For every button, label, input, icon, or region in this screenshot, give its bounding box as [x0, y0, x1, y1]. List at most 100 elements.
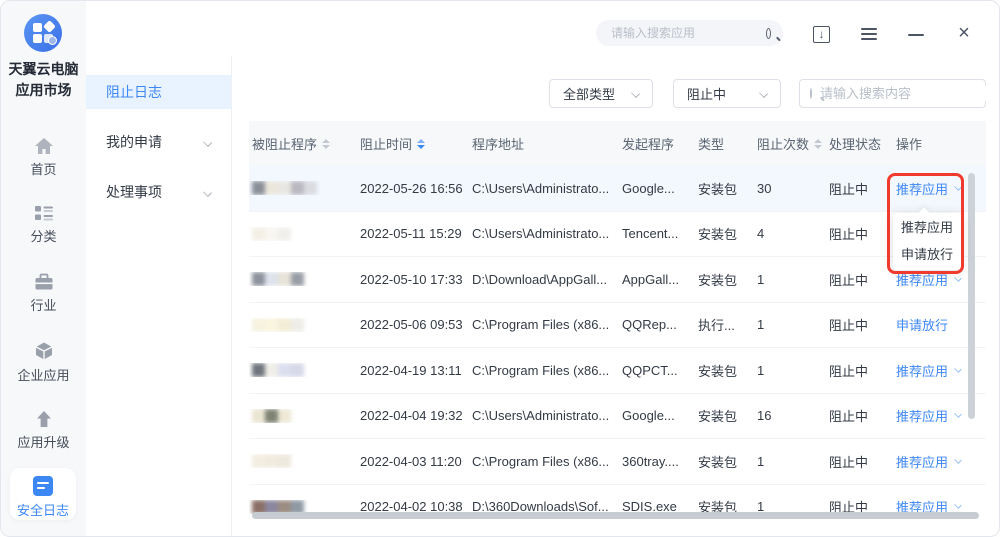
app-search-input[interactable] [611, 26, 766, 40]
blocked-program-cell [249, 408, 357, 423]
sidebar-item-app-upgrade[interactable]: 应用升级 [1, 410, 86, 451]
col-blocked-program[interactable]: 被阻止程序 [249, 134, 357, 153]
blurred-program-name [252, 317, 357, 332]
blurred-program-name [252, 181, 357, 196]
left-rail: 天翼云电脑 应用市场 首页 分类 行业 企业应用 应用升级 安全日志 [1, 1, 86, 536]
blur-block [265, 363, 278, 378]
sort-desc-icon [417, 138, 426, 149]
col-handle-status: 处理状态 [826, 134, 893, 153]
blur-block [278, 317, 291, 332]
col-label: 被阻止程序 [252, 137, 318, 152]
blocked-program-cell [249, 317, 357, 332]
rail-item-label: 首页 [30, 162, 57, 177]
minimize-button[interactable] [908, 34, 924, 36]
table-row: 2022-05-10 17:33 D:\Download\AppGall... … [249, 257, 986, 303]
blocked-program-cell [249, 454, 357, 469]
content-search [799, 79, 996, 108]
menu-item-request-release[interactable]: 申请放行 [893, 244, 961, 266]
program-path-cell: C:\Users\Administrato... [472, 180, 610, 196]
action-label: 推荐应用 [896, 454, 949, 470]
sort-icon [322, 138, 331, 149]
sidebar-item-my-requests[interactable]: 我的申请 [86, 125, 231, 159]
rail-item-label: 行业 [30, 298, 57, 313]
action-link[interactable]: 推荐应用 [896, 270, 962, 289]
chevron-down-icon [759, 89, 768, 98]
type-cell: 执行... [698, 318, 735, 334]
source-program-cell: Google... [622, 408, 675, 424]
blur-block [278, 363, 291, 378]
close-button[interactable]: × [954, 23, 974, 43]
rail-item-label: 安全日志 [16, 503, 69, 518]
menu-item-recommend-app[interactable]: 推荐应用 [893, 217, 961, 239]
chevron-down-icon [954, 410, 962, 419]
blurred-program-name [252, 226, 357, 241]
table-header: 被阻止程序 阻止时间 程序地址 发起程序 类型 阻止次数 处理状态 操作 [249, 121, 986, 166]
program-path-cell: C:\Program Files (x86... [472, 453, 610, 469]
sidebar-item-home[interactable]: 首页 [1, 137, 86, 178]
vertical-scrollbar[interactable] [968, 173, 975, 419]
search-icon [810, 88, 812, 99]
source-program-cell: Tencent... [622, 226, 679, 242]
category-icon [34, 206, 53, 221]
sidebar-item-security-log[interactable]: 安全日志 [10, 468, 76, 520]
chevron-down-icon [203, 188, 212, 197]
action-link[interactable]: 推荐应用 [896, 361, 962, 380]
col-block-time[interactable]: 阻止时间 [357, 134, 469, 153]
action-label: 推荐应用 [896, 272, 949, 288]
action-cell: 推荐应用 [893, 452, 986, 471]
download-manager-button[interactable]: ↓ [813, 26, 830, 43]
block-time-cell: 2022-04-04 19:32 [360, 408, 463, 424]
col-block-count[interactable]: 阻止次数 [754, 134, 826, 153]
blur-block [278, 226, 291, 241]
status-filter-select[interactable]: 阻止中 [673, 79, 781, 108]
status-cell: 阻止中 [829, 181, 869, 197]
blur-block [291, 181, 304, 196]
blocked-program-cell [249, 181, 357, 196]
col-actions: 操作 [893, 134, 986, 153]
action-link[interactable]: 推荐应用 [896, 179, 962, 198]
action-link[interactable]: 推荐应用 [896, 406, 962, 425]
sidebar-item-category[interactable]: 分类 [1, 204, 86, 245]
type-cell: 安装包 [698, 454, 738, 470]
sidebar-item-pending-tasks[interactable]: 处理事项 [86, 175, 231, 209]
app-title-line1: 天翼云电脑 [8, 61, 79, 77]
horizontal-scrollbar[interactable] [252, 512, 979, 519]
status-cell: 阻止中 [829, 454, 869, 470]
rail-item-label: 分类 [30, 229, 57, 244]
action-label: 推荐应用 [896, 409, 949, 425]
status-cell: 阻止中 [829, 272, 869, 288]
col-label: 程序地址 [472, 137, 525, 152]
source-program-cell: QQPCT... [622, 362, 678, 378]
block-log-table: 被阻止程序 阻止时间 程序地址 发起程序 类型 阻止次数 处理状态 操作 202… [249, 121, 986, 519]
table-row: 2022-04-03 11:20 C:\Program Files (x86..… [249, 439, 986, 485]
blur-block [265, 272, 278, 287]
block-time-cell: 2022-04-19 13:11 [360, 362, 462, 378]
search-icon [766, 27, 771, 39]
block-time-cell: 2022-04-03 11:20 [360, 453, 462, 469]
status-cell: 阻止中 [829, 318, 869, 334]
app-title-line2: 应用市场 [15, 82, 72, 98]
type-cell: 安装包 [698, 181, 738, 197]
action-link[interactable]: 申请放行 [896, 315, 948, 334]
menu-button[interactable] [861, 28, 877, 40]
type-filter-select[interactable]: 全部类型 [549, 79, 653, 108]
col-label: 发起程序 [622, 137, 675, 152]
action-link[interactable]: 推荐应用 [896, 452, 962, 471]
status-cell: 阻止中 [829, 409, 869, 425]
blur-block [278, 408, 291, 423]
status-cell: 阻止中 [829, 363, 869, 379]
col-source-program: 发起程序 [619, 134, 695, 153]
sidebar-item-enterprise-apps[interactable]: 企业应用 [1, 341, 86, 384]
blur-block [252, 181, 265, 196]
content-search-input[interactable] [820, 86, 996, 101]
sidebar-item-block-log[interactable]: 阻止日志 [86, 75, 231, 109]
sidebar-item-industry[interactable]: 行业 [1, 273, 86, 314]
program-path-cell: C:\Program Files (x86... [472, 317, 610, 333]
app-logo-icon [24, 14, 62, 52]
action-label: 推荐应用 [896, 363, 949, 379]
app-search [596, 20, 783, 46]
type-cell: 安装包 [698, 363, 738, 379]
status-filter-value: 阻止中 [687, 87, 727, 102]
blur-block [252, 454, 265, 469]
app-title: 天翼云电脑 应用市场 [1, 59, 86, 101]
